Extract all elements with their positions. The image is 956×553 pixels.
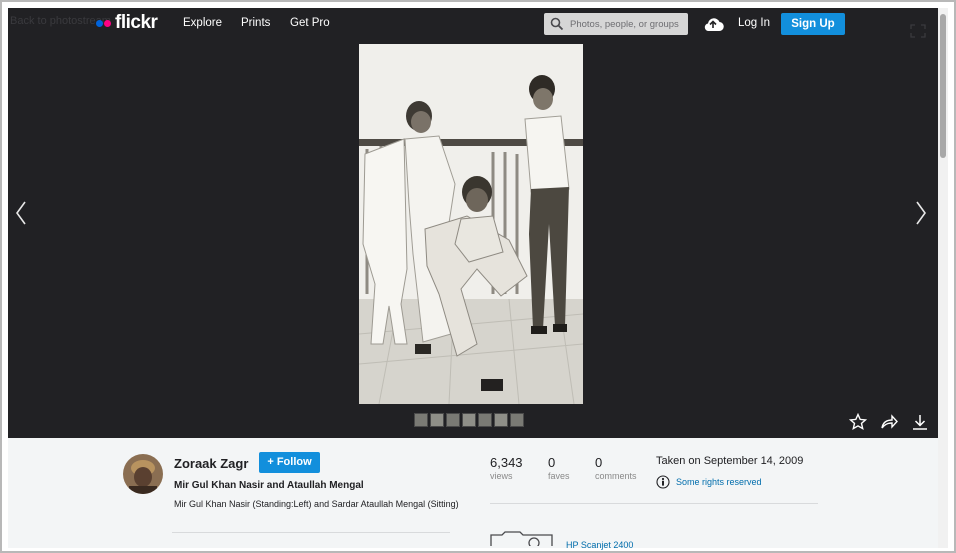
comments-count: 0 — [595, 455, 603, 470]
chevron-right-icon[interactable] — [914, 200, 928, 226]
main-photo[interactable] — [359, 44, 583, 404]
thumbnail[interactable] — [446, 413, 460, 427]
taken-date: Taken on September 14, 2009 — [656, 455, 804, 467]
follow-button[interactable]: + Follow — [259, 452, 320, 473]
scrollbar-thumb[interactable] — [940, 14, 946, 158]
photo-title: Mir Gul Khan Nasir and Ataullah Mengal — [174, 480, 364, 491]
signup-button[interactable]: Sign Up — [781, 13, 845, 35]
flickr-logo[interactable]: flickr — [96, 12, 158, 33]
star-icon[interactable] — [849, 413, 867, 431]
avatar[interactable] — [123, 454, 163, 494]
creative-commons-icon — [656, 475, 670, 489]
chevron-left-icon[interactable] — [14, 200, 28, 226]
thumbnail[interactable] — [494, 413, 508, 427]
cloud-upload-icon[interactable] — [702, 15, 724, 33]
divider — [172, 532, 450, 533]
login-link[interactable]: Log In — [738, 17, 770, 29]
search-icon — [550, 17, 564, 31]
comments-stat: 0 comments — [595, 455, 637, 481]
camera-icon — [490, 531, 553, 546]
nav-prints[interactable]: Prints — [241, 17, 270, 29]
thumbnail[interactable] — [478, 413, 492, 427]
download-icon[interactable] — [911, 413, 929, 431]
views-label: views — [490, 471, 513, 481]
faves-count: 0 — [548, 455, 556, 470]
share-icon[interactable] — [880, 413, 898, 431]
expand-icon[interactable] — [910, 24, 926, 38]
photo-thumbnail-strip[interactable] — [414, 413, 524, 427]
divider — [490, 503, 818, 504]
views-stat: 6,343 views — [490, 455, 523, 481]
logo-wordmark: flickr — [115, 12, 158, 33]
photo-artwork — [359, 44, 583, 404]
thumbnail[interactable] — [430, 413, 444, 427]
logo-pink-dot — [104, 19, 111, 27]
search-placeholder: Photos, people, or groups — [570, 18, 679, 30]
thumbnail[interactable] — [462, 413, 476, 427]
views-count: 6,343 — [490, 455, 523, 470]
faves-stat: 0 faves — [548, 455, 570, 481]
comments-label: comments — [595, 471, 637, 481]
nav-explore[interactable]: Explore — [183, 17, 222, 29]
logo-blue-dot — [96, 19, 103, 27]
nav-get-pro[interactable]: Get Pro — [290, 17, 330, 29]
thumbnail[interactable] — [510, 413, 524, 427]
faves-label: faves — [548, 471, 570, 481]
thumbnail[interactable] — [414, 413, 428, 427]
owner-name-link[interactable]: Zoraak Zagr — [174, 456, 248, 471]
search-box[interactable]: Photos, people, or groups — [544, 13, 688, 35]
avatar-image — [123, 454, 163, 494]
photo-description: Mir Gul Khan Nasir (Standing:Left) and S… — [174, 499, 459, 509]
license-link[interactable]: Some rights reserved — [676, 477, 762, 487]
camera-model-link[interactable]: HP Scanjet 2400 — [566, 540, 633, 550]
